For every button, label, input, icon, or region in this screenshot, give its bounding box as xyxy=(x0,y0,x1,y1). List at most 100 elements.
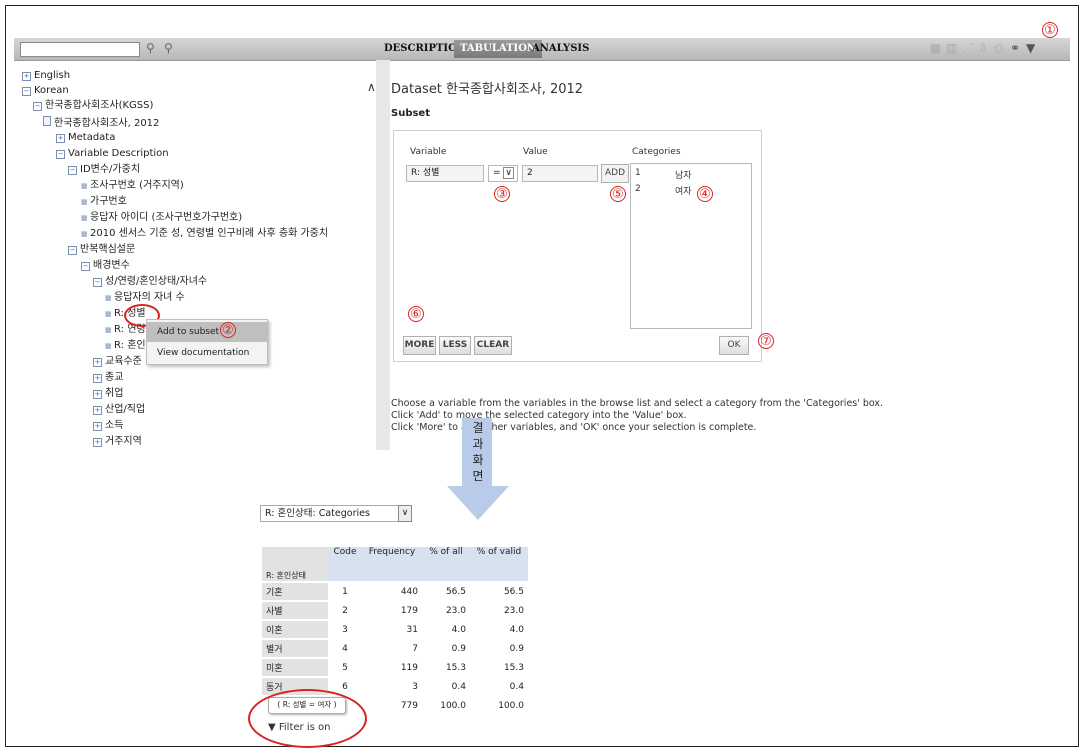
tree-leaf-census-weight[interactable]: ▦ 2010 센서스 기준 성, 연령별 인구비례 사후 층화 가중치 xyxy=(81,228,328,240)
dataset-title: Dataset 한국종합사회조사, 2012 xyxy=(391,82,584,97)
categories-list[interactable]: 1 남자 2 여자 xyxy=(630,163,752,329)
tree-node-background[interactable]: − 배경변수 xyxy=(81,260,130,272)
filter-icon[interactable]: ▼ xyxy=(1026,41,1035,55)
tree-node-employment[interactable]: + 취업 xyxy=(93,388,123,400)
ok-button[interactable]: OK xyxy=(719,336,749,355)
operator-select[interactable]: = ∨ xyxy=(488,165,518,182)
annotation-marker-1: ① xyxy=(1042,22,1058,38)
variable-field[interactable]: R: 성별 xyxy=(406,165,484,182)
tree-node-income[interactable]: + 소득 xyxy=(93,420,123,432)
chevron-down-icon[interactable]: ∨ xyxy=(398,505,412,522)
expand-icon[interactable]: + xyxy=(93,390,102,399)
column-header: Frequency xyxy=(362,547,422,581)
menu-item-view-documentation[interactable]: View documentation xyxy=(147,343,267,363)
tree-node-english[interactable]: + English xyxy=(22,70,70,82)
annotation-marker-2: ② xyxy=(220,322,236,338)
expand-icon[interactable]: + xyxy=(93,422,102,431)
categories-column-label: Categories xyxy=(632,147,681,157)
tree-node-industry[interactable]: + 산업/직업 xyxy=(93,404,145,416)
collapse-icon[interactable]: − xyxy=(68,246,77,255)
download-icon[interactable]: ⇩ xyxy=(978,41,988,55)
category-label[interactable]: 여자 xyxy=(675,184,692,197)
expand-icon[interactable]: + xyxy=(93,374,102,383)
tree-node-religion[interactable]: + 종교 xyxy=(93,372,123,384)
annotation-marker-5: ⑤ xyxy=(610,186,626,202)
binoculars-icon[interactable]: ⚭ xyxy=(1010,41,1020,55)
tree-leaf-marital[interactable]: ▦ R: 혼인 xyxy=(105,340,146,352)
tree-node-korean[interactable]: − Korean xyxy=(22,85,69,97)
row-header: R: 혼인상태 xyxy=(262,547,328,581)
tree-node-education[interactable]: + 교육수준 xyxy=(93,356,142,368)
result-arrow-head xyxy=(447,486,509,520)
clear-button[interactable]: CLEAR xyxy=(474,336,512,355)
table-row: 이혼 3 31 4.0 4.0 xyxy=(262,621,528,638)
column-header: % of all xyxy=(422,547,470,581)
splitter-bar[interactable] xyxy=(376,60,390,450)
tab-analysis[interactable]: ANALYSIS xyxy=(526,40,595,58)
annotation-marker-6: ⑥ xyxy=(408,306,424,322)
line-chart-icon[interactable]: ⋰ xyxy=(962,41,974,55)
collapse-icon[interactable]: − xyxy=(68,166,77,175)
filter-highlight-circle xyxy=(248,689,367,748)
tree-leaf-survey-region[interactable]: ▦ 조사구번호 (거주지역) xyxy=(81,180,184,192)
expand-icon[interactable]: + xyxy=(93,438,102,447)
variable-selector[interactable]: R: 혼인상태: Categories xyxy=(260,505,400,522)
expand-icon[interactable]: + xyxy=(22,72,31,81)
value-column-label: Value xyxy=(523,147,548,157)
less-button[interactable]: LESS xyxy=(439,336,471,355)
dataset-icon xyxy=(43,116,51,126)
category-code: 1 xyxy=(635,168,641,178)
expand-icon[interactable]: + xyxy=(93,358,102,367)
category-code: 2 xyxy=(635,184,641,194)
annotation-marker-4: ④ xyxy=(697,186,713,202)
tree-node-sex-age-group[interactable]: − 성/연령/혼인상태/자녀수 xyxy=(93,276,207,288)
annotation-marker-3: ③ xyxy=(494,186,510,202)
more-button[interactable]: MORE xyxy=(403,336,436,355)
collapse-icon[interactable]: − xyxy=(22,87,31,96)
variable-icon: ▦ xyxy=(105,294,112,302)
tree-node-id-weight[interactable]: − ID변수/가중치 xyxy=(68,164,140,176)
chevron-down-icon[interactable]: ∨ xyxy=(503,167,515,179)
search-input[interactable] xyxy=(20,42,140,57)
table-header-row: R: 혼인상태 Code Frequency % of all % of val… xyxy=(262,547,528,581)
tree-leaf-household[interactable]: ▦ 가구번호 xyxy=(81,196,127,208)
variable-icon: ▦ xyxy=(105,310,112,318)
tree-leaf-children[interactable]: ▦ 응답자의 자녀 수 xyxy=(105,292,185,304)
tree-node-dataset[interactable]: 한국종합사회조사, 2012 xyxy=(43,116,159,130)
collapse-panel-icon[interactable]: ∧ xyxy=(367,80,376,94)
variable-icon: ▦ xyxy=(81,198,88,206)
subset-heading: Subset xyxy=(391,108,430,119)
add-button[interactable]: ADD xyxy=(601,164,629,183)
search-icon[interactable]: ⚲ xyxy=(146,41,155,55)
category-label[interactable]: 남자 xyxy=(675,168,692,181)
collapse-icon[interactable]: − xyxy=(56,150,65,159)
tree-node-repeated-core[interactable]: − 반복핵심설문 xyxy=(68,244,135,256)
tree-node-variable-description[interactable]: − Variable Description xyxy=(56,148,169,160)
result-arrow-label: 결 과 화 면 xyxy=(472,421,484,483)
column-header: Code xyxy=(328,547,362,581)
expand-icon[interactable]: + xyxy=(56,134,65,143)
expand-icon[interactable]: + xyxy=(93,406,102,415)
advanced-search-icon[interactable]: ⚲ xyxy=(164,41,173,55)
table-row: 미혼 5 119 15.3 15.3 xyxy=(262,659,528,676)
tree-node-metadata[interactable]: + Metadata xyxy=(56,132,115,144)
menu-item-add-to-subset[interactable]: Add to subset xyxy=(147,322,267,342)
variable-column-label: Variable xyxy=(410,147,447,157)
tree-node-kgss[interactable]: − 한국종합사회조사(KGSS) xyxy=(33,100,153,112)
variable-icon: ▦ xyxy=(81,230,88,238)
variable-icon: ▦ xyxy=(81,214,88,222)
table-icon[interactable]: ▦ xyxy=(930,41,941,55)
context-menu: Add to subset View documentation xyxy=(146,319,268,365)
bar-chart-icon[interactable]: ▥ xyxy=(946,41,957,55)
collapse-icon[interactable]: − xyxy=(33,102,42,111)
top-toolbar: ⚲ ⚲ DESCRIPTION TABULATION ANALYSIS ▦ ▥ … xyxy=(14,38,1070,61)
print-icon[interactable]: ⎙ xyxy=(994,41,1004,56)
variable-icon: ▦ xyxy=(105,342,112,350)
collapse-icon[interactable]: − xyxy=(93,278,102,287)
tree-node-residence[interactable]: + 거주지역 xyxy=(93,436,142,448)
column-header: % of valid xyxy=(470,547,528,581)
collapse-icon[interactable]: − xyxy=(81,262,90,271)
value-field[interactable]: 2 xyxy=(522,165,598,182)
tree-leaf-respondent-id[interactable]: ▦ 응답자 아이디 (조사구번호가구번호) xyxy=(81,212,242,224)
screenshot-frame xyxy=(5,5,1079,747)
